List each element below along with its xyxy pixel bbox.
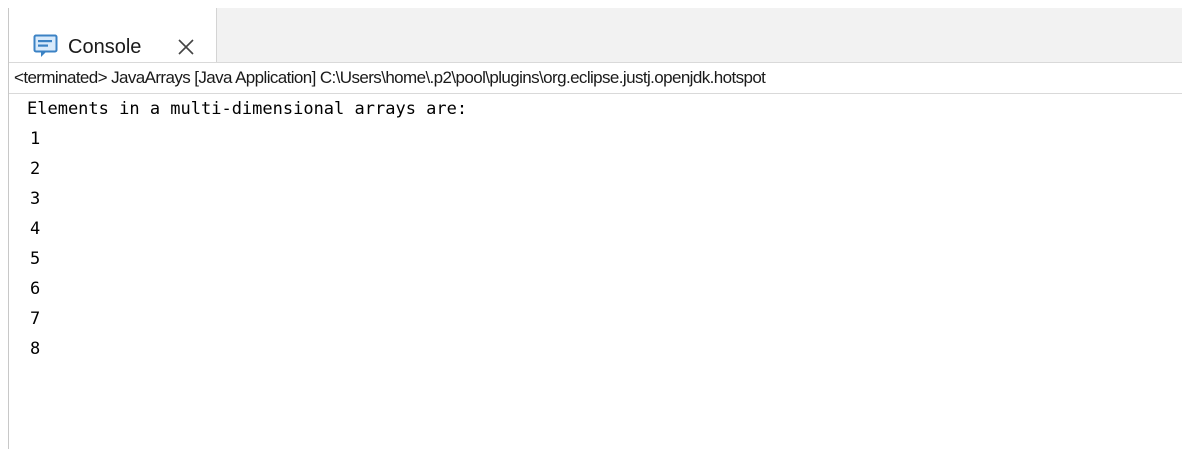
close-icon[interactable] [176, 37, 196, 57]
view-tab-bar: Console [9, 8, 1182, 62]
console-view: Console <terminated> JavaArrays [Java Ap… [8, 8, 1182, 449]
console-output[interactable]: Elements in a multi-dimensional arrays a… [9, 94, 1182, 449]
launch-status-text: <terminated> JavaArrays [Java Applicatio… [14, 68, 766, 87]
console-output-line: 7 [30, 309, 41, 329]
console-status-line: <terminated> JavaArrays [Java Applicatio… [9, 62, 1182, 94]
console-output-line: Elements in a multi-dimensional arrays a… [27, 99, 468, 119]
console-icon [33, 34, 58, 57]
console-tab-label: Console [68, 36, 142, 58]
console-tab[interactable]: Console [9, 8, 217, 62]
console-output-line: 5 [30, 249, 41, 269]
console-output-line: 4 [30, 219, 41, 239]
console-output-line: 6 [30, 279, 41, 299]
console-output-line: 1 [30, 129, 41, 149]
console-output-line: 8 [30, 339, 41, 359]
console-output-line: 3 [30, 189, 41, 209]
console-output-line: 2 [30, 159, 41, 179]
